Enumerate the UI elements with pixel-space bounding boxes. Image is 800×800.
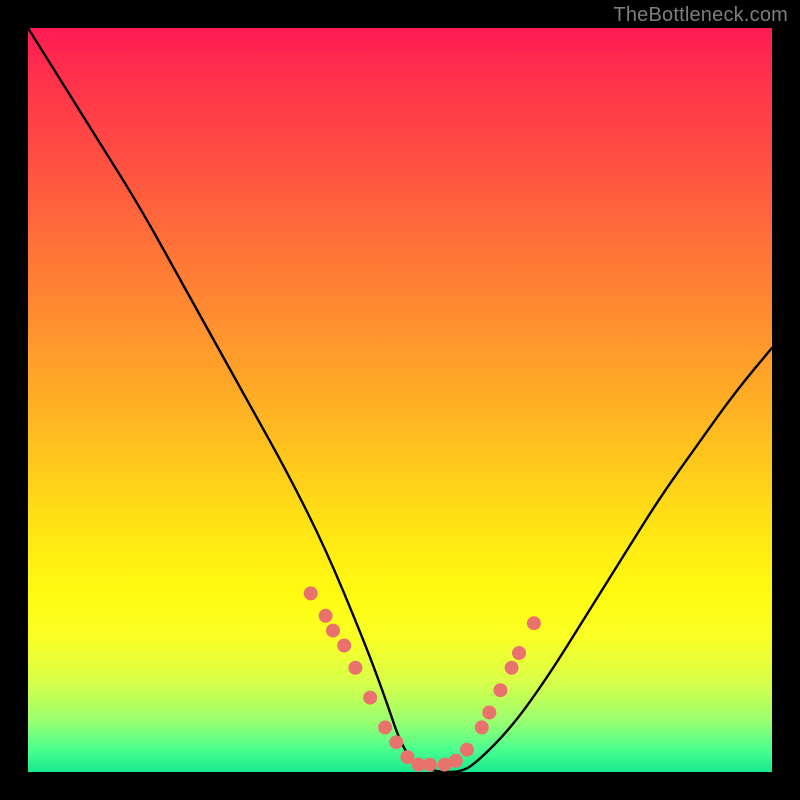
- dot-marker: [512, 646, 526, 660]
- dot-marker: [348, 661, 362, 675]
- dot-marker: [505, 661, 519, 675]
- chart-svg: [28, 28, 772, 772]
- dot-marker: [449, 754, 463, 768]
- dot-marker: [493, 683, 507, 697]
- dot-marker: [527, 616, 541, 630]
- dot-marker: [319, 609, 333, 623]
- watermark-text: TheBottleneck.com: [613, 4, 788, 27]
- dot-marker: [363, 691, 377, 705]
- dot-marker: [423, 758, 437, 772]
- bottleneck-curve: [28, 28, 772, 772]
- dot-marker: [389, 735, 403, 749]
- plot-area: [28, 28, 772, 772]
- dot-marker: [304, 586, 318, 600]
- dot-markers: [304, 586, 541, 771]
- dot-marker: [378, 720, 392, 734]
- dot-marker: [482, 706, 496, 720]
- chart-frame: TheBottleneck.com: [0, 0, 800, 800]
- dot-marker: [475, 720, 489, 734]
- dot-marker: [337, 639, 351, 653]
- dot-marker: [460, 743, 474, 757]
- dot-marker: [326, 624, 340, 638]
